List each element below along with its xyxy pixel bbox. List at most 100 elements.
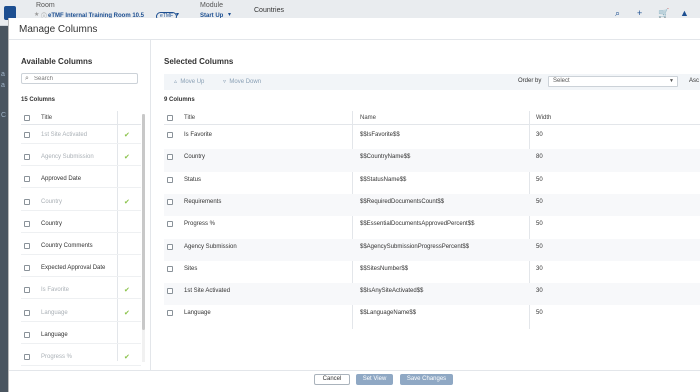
- selected-name-header[interactable]: Name: [360, 115, 376, 121]
- column-title: 1st Site Activated: [41, 132, 88, 138]
- divider: [21, 342, 141, 344]
- column-title: Progress %: [41, 354, 73, 360]
- selected-width-header[interactable]: Width: [536, 115, 551, 121]
- column-title: Agency Submission: [184, 243, 237, 250]
- row-checkbox[interactable]: [24, 309, 30, 316]
- row-checkbox[interactable]: [167, 265, 173, 272]
- move-up-button[interactable]: ▵ Move Up: [174, 78, 204, 85]
- row-checkbox[interactable]: [167, 310, 173, 317]
- order-by-value: Select: [553, 78, 570, 84]
- column-title: Country: [41, 220, 63, 227]
- row-checkbox[interactable]: [24, 198, 30, 205]
- selected-title-header[interactable]: Title: [184, 115, 195, 121]
- select-all-checkbox[interactable]: [167, 115, 173, 121]
- row-checkbox[interactable]: [24, 132, 30, 138]
- divider: [21, 276, 141, 278]
- manage-columns-dialog: Manage Columns Available Columns ⌕ 15 Co…: [8, 18, 700, 392]
- column-title: Expected Approval Date: [41, 265, 106, 272]
- row-checkbox[interactable]: [24, 176, 30, 183]
- check-icon: ✔: [124, 309, 130, 317]
- row-checkbox[interactable]: [167, 243, 173, 250]
- row-checkbox[interactable]: [24, 265, 30, 272]
- row-checkbox[interactable]: [167, 198, 173, 205]
- check-icon: ✔: [124, 287, 130, 295]
- plus-icon[interactable]: +: [637, 8, 642, 18]
- search-box[interactable]: ⌕: [21, 73, 138, 84]
- room-label: Room: [36, 2, 55, 9]
- row-checkbox[interactable]: [24, 287, 30, 294]
- column-title: Requirements: [184, 198, 222, 205]
- module-label: Module: [200, 2, 223, 9]
- move-down-label: Move Down: [229, 79, 262, 85]
- column-divider: [117, 111, 118, 361]
- check-icon: ✔: [124, 198, 130, 206]
- row-stripe: [164, 283, 700, 306]
- scrollbar-thumb[interactable]: [142, 114, 145, 330]
- row-checkbox[interactable]: [167, 154, 173, 161]
- column-width[interactable]: 50: [536, 310, 543, 316]
- column-title: Agency Submission: [41, 154, 94, 161]
- row-checkbox[interactable]: [24, 220, 30, 227]
- column-width[interactable]: 80: [536, 154, 543, 160]
- column-width[interactable]: 30: [536, 132, 543, 138]
- column-name: $$EssentialDocumentsApprovedPercent$$: [360, 221, 475, 228]
- row-checkbox[interactable]: [167, 132, 173, 138]
- select-all-checkbox[interactable]: [24, 115, 30, 121]
- arrow-up-icon: ▵: [174, 79, 178, 85]
- cancel-button[interactable]: Cancel: [314, 374, 350, 385]
- row-checkbox[interactable]: [167, 176, 173, 183]
- column-title: Status: [184, 176, 202, 183]
- selected-columns-heading: Selected Columns: [164, 57, 234, 66]
- star-icon[interactable]: ★: [34, 11, 39, 18]
- column-width[interactable]: 50: [536, 177, 543, 183]
- row-checkbox[interactable]: [24, 154, 30, 161]
- column-width[interactable]: 30: [536, 266, 543, 272]
- column-title: Language: [184, 310, 211, 317]
- row-checkbox[interactable]: [167, 288, 173, 295]
- row-checkbox[interactable]: [24, 354, 30, 360]
- divider: [21, 320, 141, 322]
- row-checkbox[interactable]: [24, 243, 30, 249]
- column-name: $$LanguageName$$: [360, 310, 417, 317]
- divider: [21, 298, 141, 300]
- column-title: Language: [41, 309, 68, 316]
- chevron-down-icon[interactable]: ▾: [176, 11, 179, 18]
- row-checkbox[interactable]: [24, 331, 30, 338]
- asc-label[interactable]: Asc: [689, 78, 699, 84]
- background-text: C: [1, 112, 7, 119]
- background-text: a: [1, 82, 5, 89]
- column-width[interactable]: 30: [536, 288, 543, 294]
- current-tab[interactable]: Countries: [254, 7, 284, 14]
- column-name: $$IsFavorite$$: [360, 132, 400, 138]
- selected-count: 9 Columns: [164, 97, 195, 103]
- row-stripe: [164, 193, 700, 217]
- divider: [21, 231, 141, 233]
- row-stripe: [164, 238, 700, 261]
- column-name: $$StatusName$$: [360, 176, 407, 183]
- divider: [164, 124, 700, 125]
- set-view-button[interactable]: Set View: [356, 374, 393, 385]
- available-scrollbar[interactable]: [142, 114, 145, 362]
- column-name: $$SitesNumber$$: [360, 265, 409, 272]
- available-columns-heading: Available Columns: [21, 57, 93, 66]
- dialog-title: Manage Columns: [19, 24, 98, 35]
- column-width[interactable]: 50: [536, 244, 543, 250]
- row-stripe: [164, 149, 700, 172]
- chevron-down-icon[interactable]: ▾: [228, 11, 231, 18]
- row-checkbox[interactable]: [167, 221, 173, 228]
- column-width[interactable]: 50: [536, 199, 543, 205]
- column-width[interactable]: 50: [536, 221, 543, 227]
- divider: [21, 124, 141, 125]
- column-name: $$RequiredDocumentsCount$$: [360, 198, 445, 205]
- column-title: Approved Date: [41, 176, 82, 183]
- save-changes-button[interactable]: Save Changes: [400, 374, 453, 385]
- order-by-select[interactable]: Select ▼: [548, 76, 678, 87]
- divider: [21, 143, 141, 144]
- available-count: 15 Columns: [21, 97, 56, 103]
- search-input[interactable]: [34, 75, 134, 83]
- divider: [21, 187, 141, 189]
- available-title-header[interactable]: Title: [41, 115, 52, 121]
- check-icon: ✔: [124, 354, 130, 361]
- move-down-button[interactable]: ▿ Move Down: [223, 78, 261, 85]
- bell-icon[interactable]: ▲: [680, 8, 689, 18]
